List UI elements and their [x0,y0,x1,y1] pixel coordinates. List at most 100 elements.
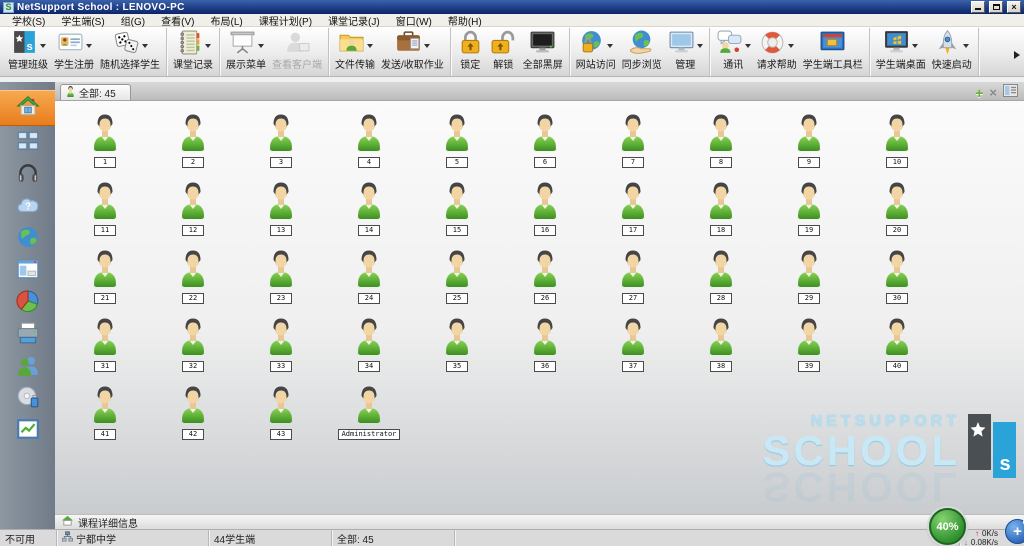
student-22[interactable]: 22 [149,245,237,313]
sidebar-item-home[interactable] [0,90,55,126]
student-4[interactable]: 4 [325,109,413,177]
student-26[interactable]: 26 [501,245,589,313]
student-36[interactable]: 36 [501,313,589,381]
blank-all-screens-button[interactable]: 全部黑屏 [520,29,566,72]
lesson-journal-dropdown-icon[interactable] [205,44,211,48]
manage-dropdown-icon[interactable] [697,44,703,48]
student-13[interactable]: 13 [237,177,325,245]
details-view-icon[interactable] [1003,84,1018,102]
student-12[interactable]: 12 [149,177,237,245]
lock-button[interactable]: 锁定 [454,29,487,72]
communicate-dropdown-icon[interactable] [745,44,751,48]
menu-group[interactable]: 组(G) [113,13,153,28]
menu-window[interactable]: 窗口(W) [388,13,440,28]
student-2[interactable]: 2 [149,109,237,177]
student-toolbar-button[interactable]: 学生端工具栏 [800,29,866,72]
manage-class-dropdown-icon[interactable] [40,44,46,48]
student-24[interactable]: 24 [325,245,413,313]
sidebar-item-monitors[interactable] [0,128,55,158]
student-17[interactable]: 17 [589,177,677,245]
quick-launch-dropdown-icon[interactable] [963,44,969,48]
student-32[interactable]: 32 [149,313,237,381]
minimize-button[interactable] [971,1,985,13]
sidebar-item-qa-cloud[interactable]: ? [0,192,55,222]
student-16[interactable]: 16 [501,177,589,245]
sidebar-item-web[interactable] [0,224,55,254]
student-38[interactable]: 38 [677,313,765,381]
student-register-dropdown-icon[interactable] [86,44,92,48]
tab-all-students[interactable]: 全部: 45 [60,84,131,100]
show-menu-dropdown-icon[interactable] [258,44,264,48]
student-desktop-dropdown-icon[interactable] [912,44,918,48]
unlock-button[interactable]: 解锁 [487,29,520,72]
student-27[interactable]: 27 [589,245,677,313]
student-6[interactable]: 6 [501,109,589,177]
student-18[interactable]: 18 [677,177,765,245]
student-5[interactable]: 5 [413,109,501,177]
sidebar-item-media-cd[interactable] [0,384,55,414]
web-access-button[interactable]: 网站访问 [573,29,619,72]
communicate-button[interactable]: 通讯 [713,29,754,72]
student-42[interactable]: 42 [149,381,237,449]
sidebar-item-pie-chart[interactable] [0,288,55,318]
random-select-student-dropdown-icon[interactable] [142,44,148,48]
student-25[interactable]: 25 [413,245,501,313]
student-28[interactable]: 28 [677,245,765,313]
student-43[interactable]: 43 [237,381,325,449]
file-transfer-button[interactable]: 文件传输 [332,29,378,72]
close-group-icon[interactable]: × [989,87,997,99]
student-21[interactable]: 21 [61,245,149,313]
student-39[interactable]: 39 [765,313,853,381]
toolbar-overflow-icon[interactable] [1014,51,1020,59]
lesson-journal-button[interactable]: 课堂记录 [170,29,216,72]
co-browse-button[interactable]: 同步浏览 [619,29,665,72]
add-group-icon[interactable]: + [975,87,983,99]
quick-launch-button[interactable]: 快速启动 [929,29,975,72]
student-33[interactable]: 33 [237,313,325,381]
student-30[interactable]: 30 [853,245,941,313]
sidebar-item-app-window[interactable] [0,256,55,286]
sidebar-item-audio[interactable] [0,160,55,190]
student-8[interactable]: 8 [677,109,765,177]
student-register-button[interactable]: 学生注册 [51,29,97,72]
student-10[interactable]: 10 [853,109,941,177]
restore-button[interactable] [989,1,1003,13]
student-11[interactable]: 11 [61,177,149,245]
student-23[interactable]: 23 [237,245,325,313]
student-14[interactable]: 14 [325,177,413,245]
student-34[interactable]: 34 [325,313,413,381]
student-Administrator[interactable]: Administrator [325,381,413,449]
student-29[interactable]: 29 [765,245,853,313]
show-menu-button[interactable]: 展示菜单 [223,29,269,72]
send-collect-work-dropdown-icon[interactable] [424,44,430,48]
student-3[interactable]: 3 [237,109,325,177]
menu-client[interactable]: 学生端(S) [53,13,112,28]
student-37[interactable]: 37 [589,313,677,381]
student-40[interactable]: 40 [853,313,941,381]
menu-layout[interactable]: 布局(L) [202,13,250,28]
manage-button[interactable]: 管理 [665,29,706,72]
activity-percent-badge[interactable]: 40% [929,508,966,545]
menu-help[interactable]: 帮助(H) [440,13,490,28]
menu-journal[interactable]: 课堂记录(J) [320,13,388,28]
manage-class-button[interactable]: s管理班级 [5,29,51,72]
student-35[interactable]: 35 [413,313,501,381]
student-31[interactable]: 31 [61,313,149,381]
sidebar-item-users[interactable] [0,352,55,382]
student-19[interactable]: 19 [765,177,853,245]
request-help-button[interactable]: 请求帮助 [754,29,800,72]
web-access-dropdown-icon[interactable] [607,44,613,48]
student-desktop-button[interactable]: 学生端桌面 [873,29,929,72]
menu-school[interactable]: 学校(S) [4,13,53,28]
menu-plan[interactable]: 课程计划(P) [251,13,320,28]
random-select-student-button[interactable]: 随机选择学生 [97,29,163,72]
menu-view[interactable]: 查看(V) [153,13,202,28]
lesson-details-bar[interactable]: 课程详细信息 [55,514,1024,529]
sidebar-item-line-chart[interactable] [0,416,55,446]
send-collect-work-button[interactable]: 发送/收取作业 [378,29,447,72]
student-7[interactable]: 7 [589,109,677,177]
file-transfer-dropdown-icon[interactable] [367,44,373,48]
student-1[interactable]: 1 [61,109,149,177]
request-help-dropdown-icon[interactable] [788,44,794,48]
student-9[interactable]: 9 [765,109,853,177]
